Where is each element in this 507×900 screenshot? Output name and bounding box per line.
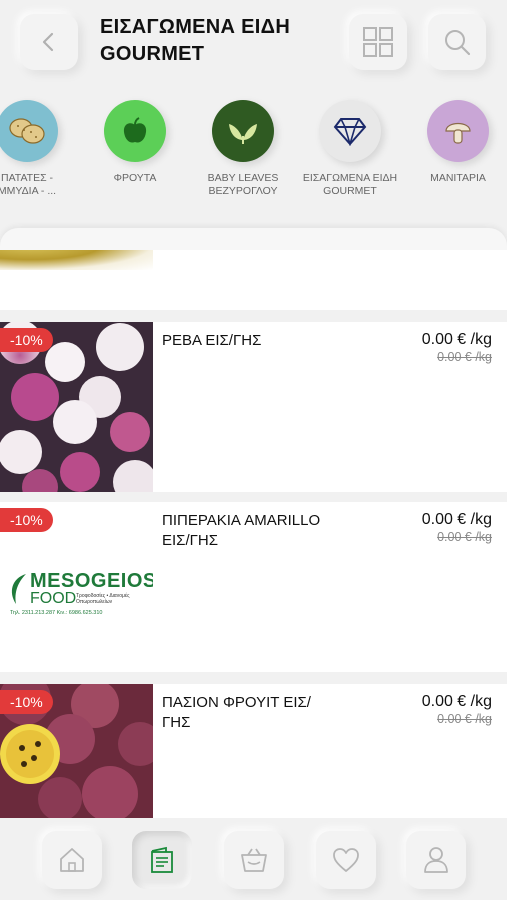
product-price: 0.00 € /kg	[421, 511, 492, 528]
nav-profile[interactable]	[406, 831, 466, 889]
product-name: ΡΕΒΑ ΕΙΣ/ΓΗΣ	[162, 332, 262, 349]
product-image	[0, 250, 153, 270]
category-label: ΠΑΤΑΤΕΣ - ΜΜΥΔΙΑ - ...	[0, 172, 57, 197]
logo-line2: FOOD	[30, 590, 77, 607]
nav-basket[interactable]	[224, 831, 284, 889]
grid-view-button[interactable]	[349, 14, 407, 70]
header: ΕΙΣΑΓΩΜΕΝΑ ΕΙΔΗ GOURMET	[0, 0, 507, 90]
category-fruits[interactable]: ΦΡΟΥΤΑ	[80, 100, 190, 185]
category-baby-leaves[interactable]: BABY LEAVES ΒΕΖΥΡΟΓΛΟΥ	[188, 100, 298, 198]
user-icon	[424, 847, 448, 873]
search-button[interactable]	[428, 14, 486, 70]
category-label: ΜΑΝΙΤΑΡΙΑ	[430, 172, 486, 184]
category-potatoes[interactable]: ΠΑΤΑΤΕΣ - ΜΜΥΔΙΑ - ...	[0, 100, 82, 198]
product-name: ΠΑΣΙΟΝ ΦΡΟΥΙΤ ΕΙΣ/ ΓΗΣ	[162, 694, 311, 731]
product-old-price: 0.00 € /kg	[437, 712, 492, 726]
back-button[interactable]	[20, 14, 78, 70]
apple-icon	[104, 100, 166, 162]
logo-tagline: Τροφοδοσίες • Διανομές Οπωροπωλείων	[76, 593, 130, 605]
grid-icon	[363, 27, 393, 57]
discount-badge: -10%	[0, 690, 53, 714]
nav-home[interactable]	[42, 831, 102, 889]
chevron-left-icon	[42, 32, 54, 52]
heart-icon	[333, 848, 359, 872]
bottom-navigation	[0, 818, 507, 900]
product-price: 0.00 € /kg	[421, 693, 492, 710]
category-mushrooms[interactable]: ΜΑΝΙΤΑΡΙΑ	[403, 100, 507, 185]
nav-catalog[interactable]	[132, 831, 192, 889]
product-card[interactable]: -10% ΠΑΣΙΟΝ ΦΡΟΥΙΤ ΕΙΣ/ ΓΗΣ 0.00 € /kg 0…	[0, 684, 507, 818]
discount-badge: -10%	[0, 328, 53, 352]
logo-contact: Τηλ. 2311.213.287 Κιν.: 6986.625.310	[10, 610, 103, 616]
potato-icon	[0, 100, 58, 162]
search-icon	[445, 30, 471, 56]
product-old-price: 0.00 € /kg	[437, 530, 492, 544]
product-card-partial[interactable]	[0, 250, 507, 310]
category-imported-gourmet[interactable]: ΕΙΣΑΓΩΜΕΝΑ ΕΙΔΗ GOURMET	[295, 100, 405, 198]
nav-favorites[interactable]	[316, 831, 376, 889]
category-label: ΕΙΣΑΓΩΜΕΝΑ ΕΙΔΗ GOURMET	[302, 172, 398, 197]
product-name: ΠΙΠΕΡΑΚΙΑ AMARILLO ΕΙΣ/ΓΗΣ	[162, 512, 321, 549]
product-card[interactable]: -10% ΡΕΒΑ ΕΙΣ/ΓΗΣ 0.00 € /kg 0.00 € /kg	[0, 322, 507, 492]
leaves-icon	[212, 100, 274, 162]
product-old-price: 0.00 € /kg	[437, 350, 492, 364]
basket-icon	[241, 848, 267, 872]
category-carousel[interactable]: ΠΑΤΑΤΕΣ - ΜΜΥΔΙΑ - ... ΦΡΟΥΤΑ BABY LEAVES…	[0, 100, 507, 210]
product-card[interactable]: MESOGEIOS FOOD Τροφοδοσίες • Διανομές Οπ…	[0, 502, 507, 672]
mushroom-icon	[427, 100, 489, 162]
page-title: ΕΙΣΑΓΩΜΕΝΑ ΕΙΔΗ GOURMET	[100, 16, 291, 65]
category-label: BABY LEAVES ΒΕΖΥΡΟΓΛΟΥ	[207, 172, 279, 197]
catalog-icon	[151, 846, 173, 873]
leaf-logo-icon	[11, 574, 26, 604]
product-price: 0.00 € /kg	[421, 331, 492, 348]
home-icon	[60, 848, 84, 872]
diamond-icon	[319, 100, 381, 162]
category-label: ΦΡΟΥΤΑ	[113, 172, 157, 184]
discount-badge: -10%	[0, 508, 53, 532]
